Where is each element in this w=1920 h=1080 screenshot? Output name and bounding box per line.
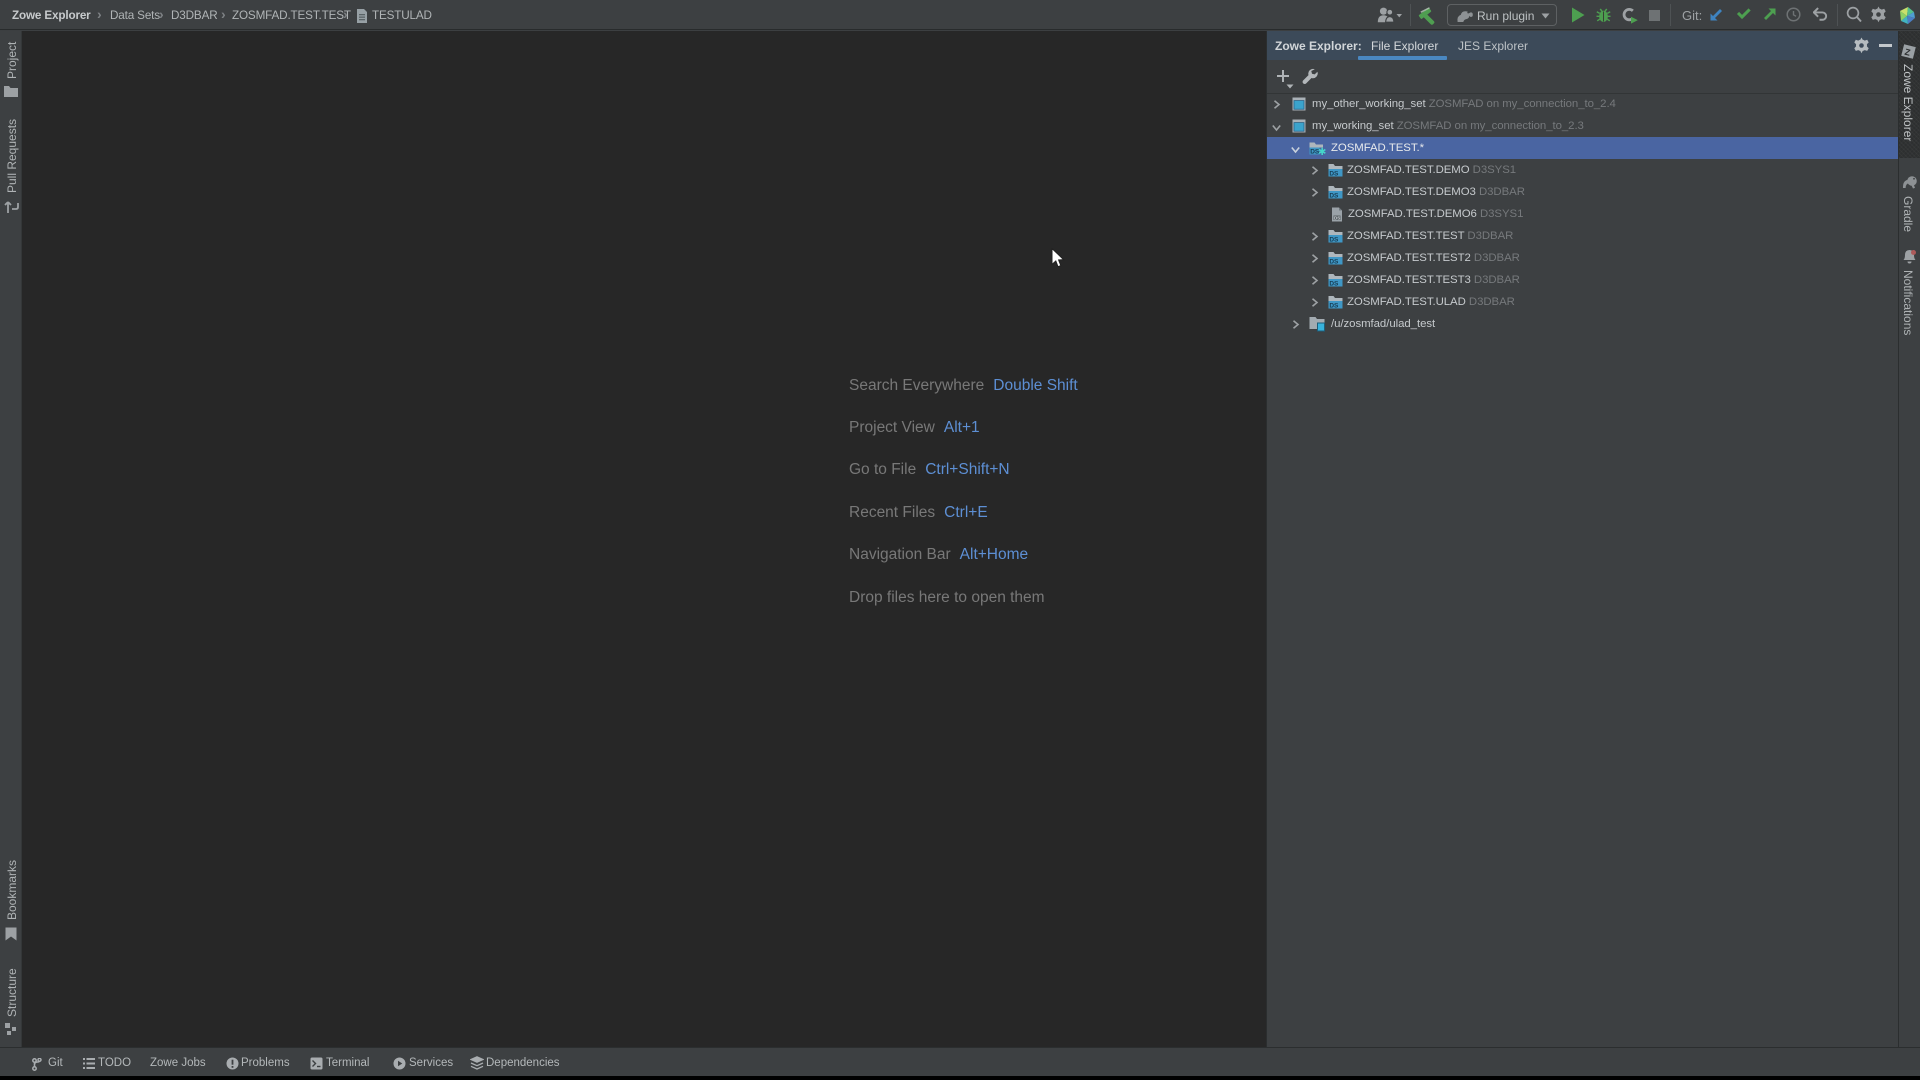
svg-text:DS: DS [1329,192,1339,199]
svg-text:DS: DS [1329,236,1339,243]
svg-text:✱: ✱ [1318,147,1326,156]
svg-text:DS: DS [1329,280,1339,287]
svg-text:DS: DS [1329,170,1339,177]
svg-text:DS: DS [1329,302,1339,309]
svg-text:DS: DS [1334,216,1340,221]
svg-text:DS: DS [1329,258,1339,265]
